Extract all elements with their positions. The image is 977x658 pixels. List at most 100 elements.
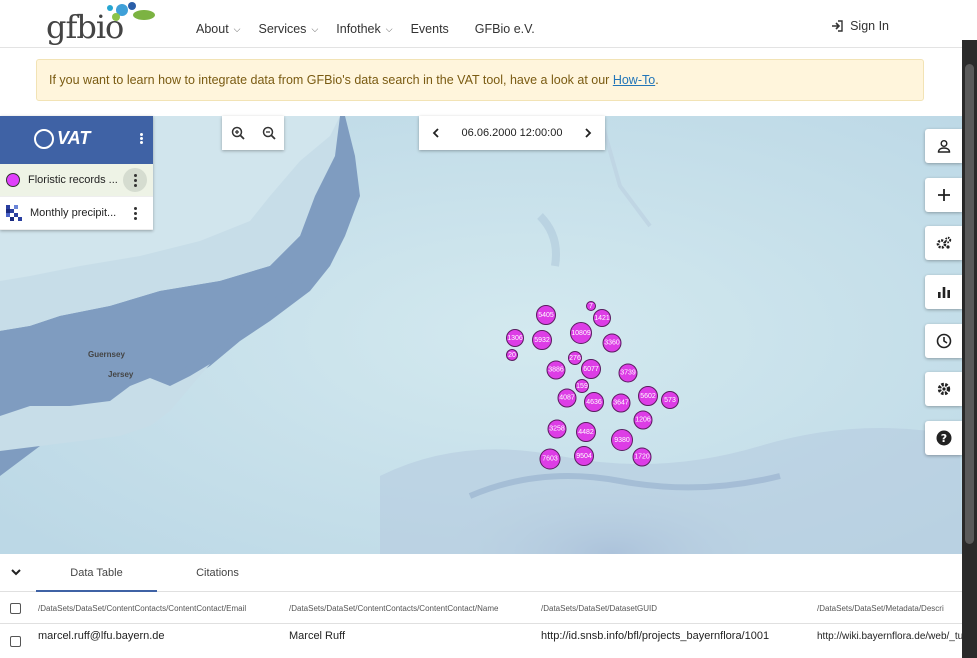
zoom-in-icon[interactable] [231,126,245,140]
cluster-marker[interactable]: 5405 [536,305,556,325]
nav-label: Infothek [336,22,381,36]
layer-menu-button[interactable] [123,168,147,192]
cluster-marker[interactable]: 20 [506,349,518,361]
column-header[interactable]: /DataSets/DataSet/ContentContacts/Conten… [289,604,534,613]
operators-icon [936,236,951,249]
chevron-left-icon[interactable] [431,128,441,138]
nav-about[interactable]: About ⌵ [196,22,241,36]
column-header[interactable]: /DataSets/DataSet/ContentContacts/Conten… [38,604,283,613]
cluster-marker[interactable]: 573 [661,391,679,409]
cluster-marker[interactable]: 1306 [506,329,524,347]
cluster-marker[interactable]: 3258 [547,419,567,439]
cluster-marker[interactable]: 3647 [611,393,631,413]
account-icon [937,140,950,153]
cluster-marker[interactable]: 6077 [581,359,601,379]
layer-panel: VAT Floristic records ... Monthly precip… [0,116,153,230]
vat-menu-button[interactable] [140,132,143,145]
cluster-marker[interactable]: 3360 [602,333,622,353]
sign-in-label: Sign In [850,19,889,33]
chart-button[interactable] [925,275,962,309]
cluster-marker[interactable]: 4482 [576,422,596,442]
layer-name: Monthly precipit... [30,207,117,219]
time-button[interactable] [925,324,962,358]
table-cell: http://wiki.bayernflora.de/web/_tudies_o… [817,631,962,642]
vat-logo-text: VAT [57,128,91,148]
nav-events[interactable]: Events [411,22,449,36]
row-checkbox[interactable] [10,636,21,647]
cluster-marker[interactable]: 159 [575,379,589,393]
table-cell: Marcel Ruff [289,630,346,642]
cluster-marker[interactable]: 4087 [557,388,577,408]
zoom-out-icon[interactable] [262,126,276,140]
settings-icon [937,382,950,396]
layer-name: Floristic records ... [28,174,118,186]
how-to-link[interactable]: How-To [613,73,655,87]
tab-citations[interactable]: Citations [157,554,278,592]
data-panel: Data Table Citations /DataSets/DataSet/C… [0,554,962,658]
site-header: gfbio About ⌵ Services ⌵ Infothek ⌵ Events … [0,0,977,48]
chevron-down-icon: ⌵ [233,23,241,34]
nav-label: Events [410,22,449,36]
layer-item-precipitation[interactable]: Monthly precipit... [0,197,153,230]
nav-infothek[interactable]: Infothek ⌵ [336,22,392,36]
main-nav: About ⌵ Services ⌵ Infothek ⌵ Events GFBio … [196,22,553,36]
cluster-marker[interactable]: 7 [586,301,596,311]
sign-in-icon [832,20,843,32]
cluster-marker[interactable]: 3739 [618,363,638,383]
more-vert-icon [140,133,143,144]
time-value[interactable]: 06.06.2000 12:00:00 [462,127,563,139]
help-button[interactable]: ? [925,421,962,455]
layer-item-floristic[interactable]: Floristic records ... [0,164,153,197]
table-cell: marcel.ruff@lfu.bayern.de [38,630,165,642]
side-scrollbar[interactable] [962,40,977,658]
chevron-right-icon[interactable] [583,128,593,138]
settings-button[interactable] [925,372,962,406]
nav-gfbio-ev[interactable]: GFBio e.V. [475,22,535,36]
column-header[interactable]: /DataSets/DataSet/DatasetGUID [541,604,811,613]
point-layer-icon [6,173,20,187]
map-label-jersey: Jersey [108,370,134,379]
cluster-marker[interactable]: 4636 [584,392,604,412]
cluster-marker[interactable]: 1720 [632,447,652,467]
table-row[interactable]: marcel.ruff@lfu.bayern.de Marcel Ruff ht… [0,624,962,656]
help-icon: ? [936,430,951,446]
sign-in-link[interactable]: Sign In [831,19,889,33]
svg-text:?: ? [940,432,946,445]
nav-label: Services [258,22,307,36]
map-label-guernsey: Guernsey [88,350,125,359]
cluster-marker[interactable]: 10809 [570,322,592,344]
cluster-marker[interactable]: 9380 [611,429,633,451]
cluster-marker[interactable]: 1206 [633,410,653,430]
zoom-controls [222,116,284,150]
clock-icon [936,333,951,349]
vat-header: VAT [0,116,153,164]
chevron-down-icon: ⌵ [311,23,319,34]
nav-services[interactable]: Services ⌵ [259,22,319,36]
account-button[interactable] [925,129,962,163]
cluster-marker[interactable]: 5602 [638,386,658,406]
alert-text-end: . [655,73,659,87]
cluster-marker[interactable]: 9504 [574,446,594,466]
cluster-marker[interactable]: 7603 [539,448,561,470]
collapse-panel-icon[interactable] [10,566,22,578]
column-header[interactable]: /DataSets/DataSet/Metadata/Descri [817,604,962,613]
info-alert: If you want to learn how to integrate da… [36,59,924,101]
tab-data-table[interactable]: Data Table [36,554,157,592]
scrollbar-thumb[interactable] [965,64,974,544]
cluster-marker[interactable]: 1421 [593,309,611,327]
raster-layer-icon [6,205,22,221]
cluster-marker[interactable]: 5932 [532,330,552,350]
globe-icon [34,128,54,149]
vat-logo: VAT [34,128,90,149]
data-panel-tabs: Data Table Citations [0,554,962,592]
cluster-marker[interactable]: 276 [568,351,582,365]
gfbio-logo[interactable]: gfbio [46,2,155,46]
chart-icon [937,287,950,298]
table-cell: http://id.snsb.info/bfl/projects_bayernf… [541,630,770,642]
cluster-marker[interactable]: 3886 [546,360,566,380]
add-icon [937,189,950,201]
select-all-checkbox[interactable] [10,603,21,614]
layer-menu-button[interactable] [123,201,147,225]
operators-button[interactable] [925,226,962,260]
add-button[interactable] [925,178,962,212]
